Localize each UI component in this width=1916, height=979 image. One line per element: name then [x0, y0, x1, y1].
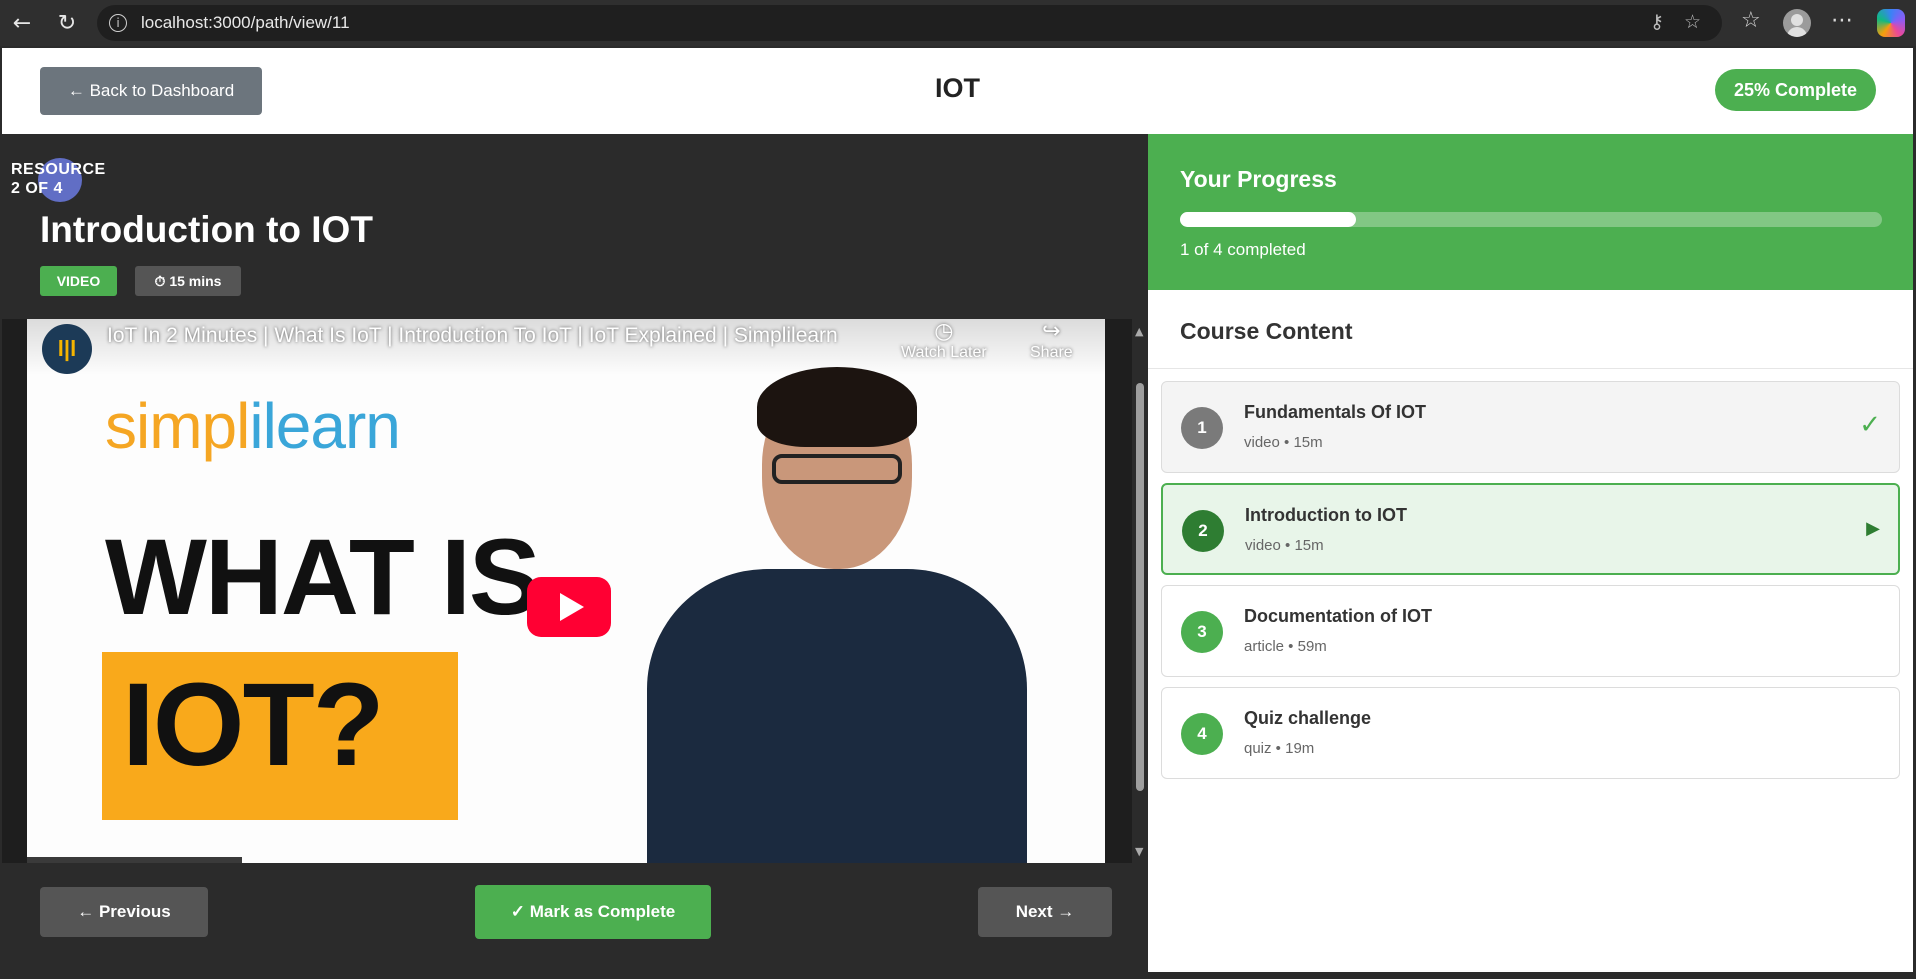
share-label: Share	[1030, 344, 1073, 361]
video-container: simplilearn WHAT IS IOT? l|l IoT In 2 Mi…	[2, 319, 1148, 863]
resource-type-badge: VIDEO	[40, 266, 117, 296]
scrollbar[interactable]: ▲ ▼	[1132, 319, 1148, 863]
scroll-down-icon[interactable]: ▼	[1135, 845, 1143, 858]
lesson-meta: article • 59m	[1244, 638, 1327, 655]
resource-viewer: RESOURCE 2 OF 4 Introduction to IOT VIDE…	[2, 134, 1148, 972]
brand-logo: simplilearn	[105, 390, 401, 462]
checkmark-icon: ✓	[1859, 410, 1881, 440]
app-window: ← Back to Dashboard IOT 25% Complete RES…	[2, 48, 1913, 972]
watch-later-label: Watch Later	[901, 344, 987, 361]
scrollbar-thumb[interactable]	[1136, 383, 1144, 791]
lesson-number: 2	[1182, 510, 1224, 552]
video-title[interactable]: IoT In 2 Minutes | What Is IoT | Introdu…	[107, 324, 838, 348]
url-text[interactable]: localhost:3000/path/view/11	[141, 13, 350, 33]
duration-badge: ⏱ 15 mins	[135, 266, 241, 296]
thumbnail-headline-1: WHAT IS	[105, 516, 541, 637]
back-arrow-icon[interactable]: ←	[7, 8, 37, 38]
presenter-image	[627, 359, 1047, 863]
progress-heading: Your Progress	[1180, 166, 1337, 192]
lesson-title: Documentation of IOT	[1244, 606, 1432, 626]
lesson-item[interactable]: 2 Introduction to IOT video • 15m ▶	[1161, 483, 1900, 575]
profile-avatar[interactable]	[1783, 9, 1811, 37]
resource-counter: RESOURCE 2 OF 4	[11, 160, 106, 198]
mark-complete-button[interactable]: ✓ Mark as Complete	[475, 885, 711, 939]
share-button[interactable]: ↪ Share	[1030, 319, 1073, 362]
share-icon: ↪	[1042, 319, 1061, 344]
lesson-meta: quiz • 19m	[1244, 740, 1315, 757]
course-content-heading: Course Content	[1180, 318, 1353, 344]
course-title: IOT	[935, 73, 980, 103]
resource-counter-label: RESOURCE	[11, 161, 106, 178]
browser-toolbar: ← ↻ i localhost:3000/path/view/11 ⚷ ☆ ☆ …	[0, 0, 1916, 46]
progress-panel: Your Progress 1 of 4 completed	[1148, 134, 1913, 290]
resource-navigation: ← Previous ✓ Mark as Complete Next →	[2, 863, 1148, 972]
lesson-number: 3	[1181, 611, 1223, 653]
star-icon[interactable]: ☆	[1684, 11, 1701, 33]
lesson-number: 4	[1181, 713, 1223, 755]
resource-title: Introduction to IOT	[40, 209, 373, 250]
copilot-icon[interactable]	[1877, 9, 1905, 37]
progress-text: 1 of 4 completed	[1180, 240, 1306, 259]
address-bar[interactable]: i localhost:3000/path/view/11 ⚷ ☆	[97, 5, 1722, 41]
lesson-title: Introduction to IOT	[1245, 505, 1407, 525]
favorites-icon[interactable]: ☆	[1741, 8, 1761, 33]
divider	[1148, 368, 1913, 369]
resource-counter-value: 2 OF 4	[11, 180, 63, 197]
lesson-title: Fundamentals Of IOT	[1244, 402, 1427, 422]
clock-icon: ◷	[934, 319, 954, 344]
video-player[interactable]: simplilearn WHAT IS IOT? l|l IoT In 2 Mi…	[27, 319, 1105, 863]
lesson-meta: video • 15m	[1244, 434, 1323, 451]
watch-later-button[interactable]: ◷ Watch Later	[901, 319, 987, 362]
lesson-number: 1	[1181, 407, 1223, 449]
channel-logo[interactable]: l|l	[42, 324, 92, 374]
previous-button[interactable]: ← Previous	[40, 887, 208, 937]
course-sidebar: Your Progress 1 of 4 completed Course Co…	[1148, 134, 1913, 972]
lesson-meta: video • 15m	[1245, 537, 1324, 554]
key-icon[interactable]: ⚷	[1650, 11, 1664, 33]
lesson-item[interactable]: 1 Fundamentals Of IOT video • 15m ✓	[1161, 381, 1900, 473]
completion-badge: 25% Complete	[1715, 69, 1876, 111]
lesson-item[interactable]: 4 Quiz challenge quiz • 19m	[1161, 687, 1900, 779]
lesson-list: 1 Fundamentals Of IOT video • 15m ✓ 2 Introdu…	[1161, 381, 1900, 789]
app-header: ← Back to Dashboard IOT 25% Complete	[2, 48, 1913, 134]
progress-bar	[1180, 212, 1882, 227]
more-menu-icon[interactable]: ⋯	[1831, 8, 1853, 33]
info-icon[interactable]: i	[109, 14, 127, 32]
thumbnail-headline-2: IOT?	[122, 659, 385, 791]
next-button[interactable]: Next →	[978, 887, 1112, 937]
progress-bar-fill	[1180, 212, 1356, 227]
reload-icon[interactable]: ↻	[52, 8, 82, 38]
play-button[interactable]	[527, 577, 611, 637]
lesson-title: Quiz challenge	[1244, 708, 1372, 728]
scroll-up-icon[interactable]: ▲	[1135, 325, 1143, 338]
lesson-item[interactable]: 3 Documentation of IOT article • 59m	[1161, 585, 1900, 677]
play-icon: ▶	[1866, 518, 1880, 539]
